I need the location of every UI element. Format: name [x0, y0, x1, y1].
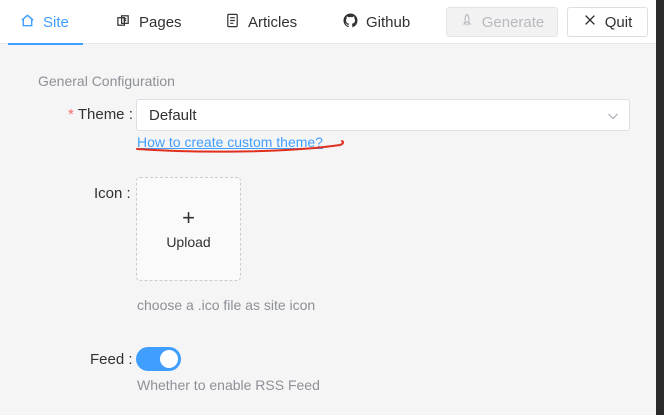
upload-label: Upload: [166, 234, 211, 250]
tab-pages-label: Pages: [139, 13, 182, 31]
pages-icon: [116, 13, 131, 32]
feed-label-text: Feed: [90, 351, 125, 368]
tab-github-label: Github: [366, 13, 411, 31]
github-icon: [343, 12, 358, 32]
document-icon: [225, 13, 240, 32]
quit-button[interactable]: Quit: [567, 7, 648, 37]
rocket-icon: [460, 13, 474, 31]
icon-upload-area[interactable]: + Upload: [136, 177, 241, 281]
feed-label: Feed :: [90, 351, 133, 368]
red-underline-annotation: [136, 140, 345, 153]
top-navbar: Site Pages Articles Github Generate Quit: [0, 0, 656, 45]
icon-label-text: Icon: [94, 185, 123, 202]
theme-label: * Theme :: [68, 106, 133, 123]
tab-pages[interactable]: Pages: [116, 0, 182, 44]
tab-site-label: Site: [43, 13, 69, 31]
icon-label: Icon :: [94, 185, 131, 202]
toggle-knob: [160, 350, 178, 368]
required-mark: *: [68, 106, 74, 123]
tab-github[interactable]: Github: [343, 0, 410, 44]
label-colon: :: [126, 185, 131, 202]
tab-site[interactable]: Site: [8, 0, 83, 45]
close-icon: [583, 13, 597, 31]
generate-button-label: Generate: [481, 13, 545, 31]
label-colon: :: [128, 106, 133, 123]
quit-button-label: Quit: [604, 13, 633, 31]
label-colon: :: [128, 351, 133, 368]
app-window: Site Pages Articles Github Generate Quit…: [0, 0, 656, 415]
theme-select[interactable]: Default: [136, 99, 630, 131]
plus-icon: +: [182, 205, 195, 230]
generate-button[interactable]: Generate: [446, 7, 558, 37]
tab-articles[interactable]: Articles: [225, 0, 297, 44]
tab-articles-label: Articles: [248, 13, 298, 31]
theme-label-text: Theme: [77, 106, 125, 123]
chevron-down-icon: [607, 109, 619, 121]
rss-feed-toggle[interactable]: [136, 347, 181, 371]
section-title: General Configuration: [38, 73, 175, 89]
icon-hint: choose a .ico file as site icon: [137, 297, 316, 313]
theme-select-value: Default: [149, 106, 197, 124]
home-icon: [20, 13, 35, 32]
feed-hint: Whether to enable RSS Feed: [137, 377, 320, 393]
